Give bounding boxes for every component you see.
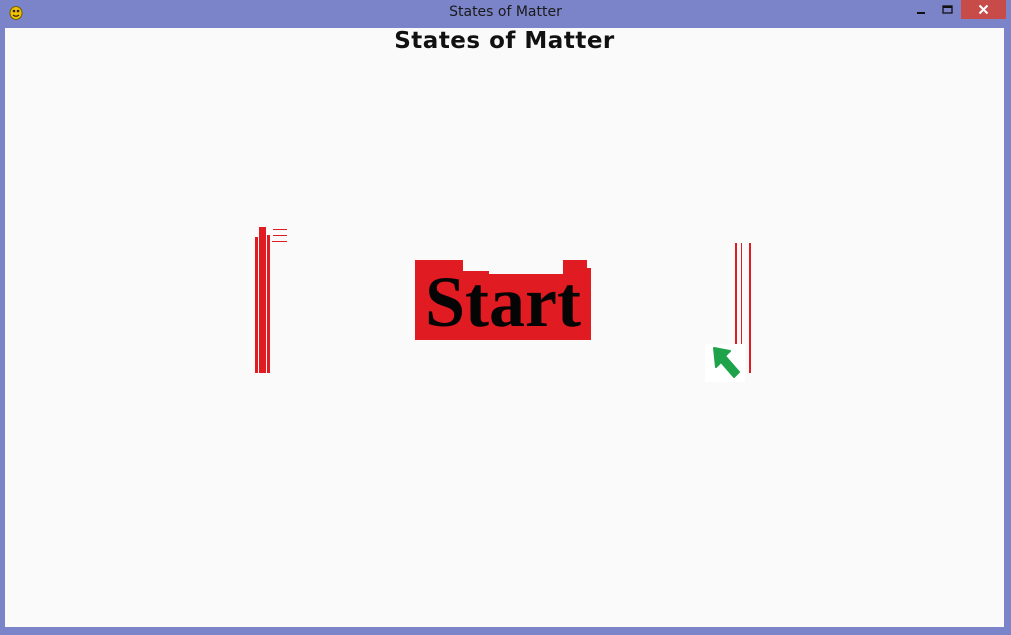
minimize-button[interactable] [908,0,934,19]
close-button[interactable] [961,0,1006,19]
start-label: Start [425,262,581,342]
title-bar[interactable]: States of Matter [0,0,1011,27]
left-bar-decoration [255,227,295,373]
arrow-icon[interactable] [705,344,745,382]
start-button[interactable]: Start [415,260,591,342]
window-title: States of Matter [449,4,562,20]
close-icon [978,4,989,15]
app-window: States of Matter States of Matter Start [0,0,1011,635]
maximize-icon [941,4,953,14]
maximize-button[interactable] [934,0,960,19]
minimize-icon [917,11,925,14]
game-title: States of Matter [394,28,615,54]
game-canvas: States of Matter Start [5,28,1004,627]
